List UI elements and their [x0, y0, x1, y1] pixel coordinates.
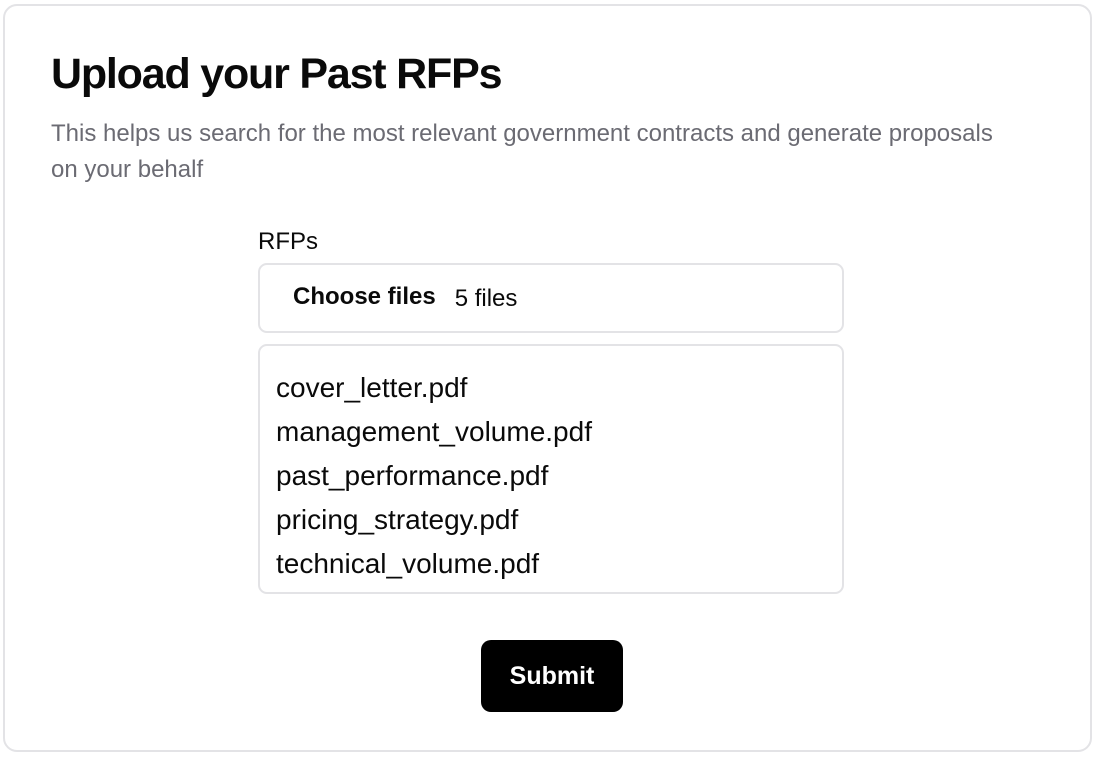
list-item: management_volume.pdf: [276, 416, 592, 447]
rfps-field-label: RFPs: [258, 228, 318, 255]
list-item: cover_letter.pdf: [276, 372, 468, 403]
page-subtitle: This helps us search for the most releva…: [51, 120, 993, 183]
selected-files-list: cover_letter.pdf management_volume.pdf p…: [258, 344, 844, 594]
rfps-file-input[interactable]: Choose files 5 files: [258, 263, 844, 333]
file-count-label: 5 files: [454, 285, 518, 312]
list-item: past_performance.pdf: [276, 460, 549, 491]
list-item: technical_volume.pdf: [276, 548, 540, 579]
submit-button[interactable]: Submit: [481, 640, 623, 712]
page-title: Upload your Past RFPs: [51, 50, 502, 98]
choose-files-button[interactable]: Choose files: [293, 283, 436, 311]
list-item: pricing_strategy.pdf: [276, 504, 519, 535]
upload-card: Upload your Past RFPs This helps us sear…: [3, 4, 1092, 752]
